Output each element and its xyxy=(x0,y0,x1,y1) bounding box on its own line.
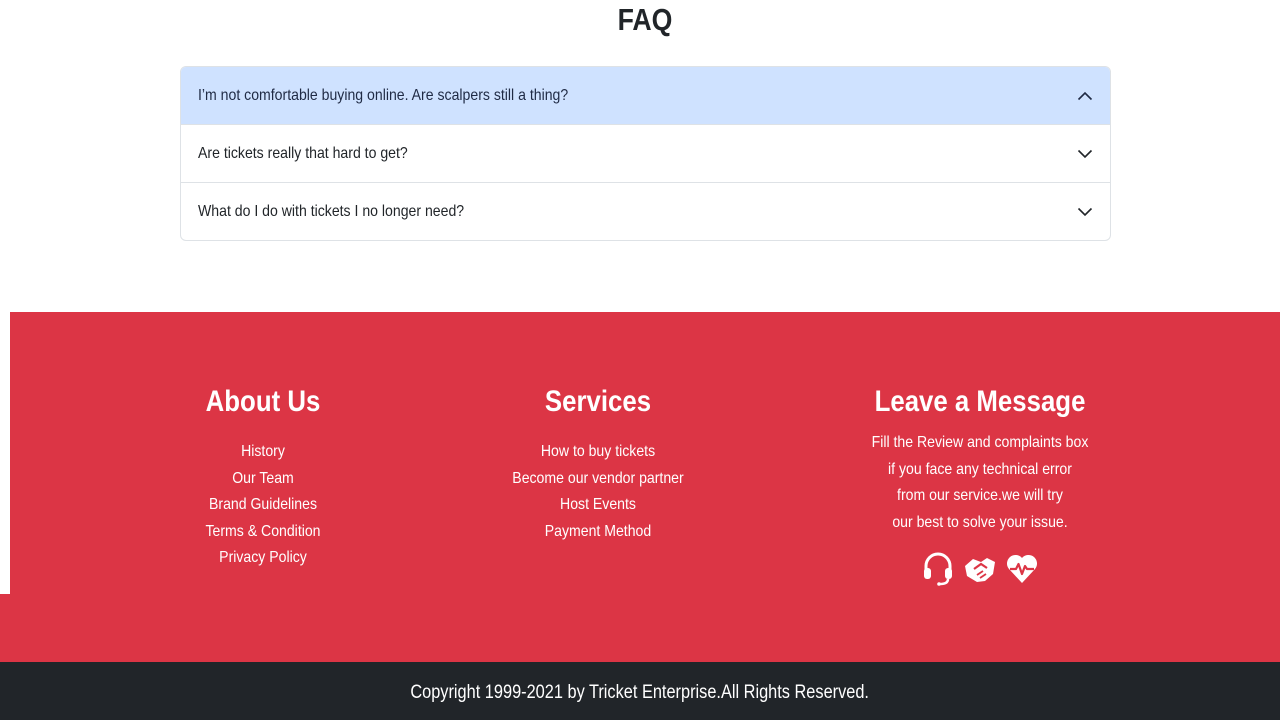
message-text: Fill the Review and complaints box if yo… xyxy=(850,430,1110,536)
footer-link-terms[interactable]: Terms & Condition xyxy=(175,519,351,546)
faq-item-unneeded-tickets[interactable]: What do I do with tickets I no longer ne… xyxy=(181,183,1110,240)
faq-title: FAQ xyxy=(617,2,673,37)
chevron-down-icon xyxy=(1077,204,1093,220)
copyright-text: Copyright 1999-2021 by Tricket Enterpris… xyxy=(410,682,870,703)
contact-icons xyxy=(850,550,1110,590)
message-line: if you face any technical error xyxy=(888,460,1072,478)
message-heading: Leave a Message xyxy=(874,385,1086,418)
faq-accordion: I’m not comfortable buying online. Are s… xyxy=(180,66,1111,241)
footer-link-vendor-partner[interactable]: Become our vendor partner xyxy=(510,466,686,493)
footer-link-payment-method[interactable]: Payment Method xyxy=(510,519,686,546)
footer-link-how-to-buy[interactable]: How to buy tickets xyxy=(510,439,686,466)
chevron-down-icon xyxy=(1077,146,1093,162)
message-line: Fill the Review and complaints box xyxy=(871,434,1089,451)
copyright-bar: Copyright 1999-2021 by Tricket Enterpris… xyxy=(0,662,1280,720)
faq-item-hard-to-get[interactable]: Are tickets really that hard to get? xyxy=(181,125,1110,183)
message-line: our best to solve your issue. xyxy=(892,513,1068,531)
headset-icon[interactable] xyxy=(921,550,955,586)
heart-pulse-icon[interactable] xyxy=(1005,550,1039,586)
faq-question: I’m not comfortable buying online. Are s… xyxy=(198,87,569,104)
footer-link-brand-guidelines[interactable]: Brand Guidelines xyxy=(175,492,351,519)
services-heading: Services xyxy=(544,385,652,418)
services-links: How to buy tickets Become our vendor par… xyxy=(498,439,698,545)
faq-question: What do I do with tickets I no longer ne… xyxy=(198,203,465,220)
about-heading: About Us xyxy=(205,385,321,418)
handshake-icon[interactable] xyxy=(963,550,997,586)
about-links: History Our Team Brand Guidelines Terms … xyxy=(163,439,363,572)
footer-link-host-events[interactable]: Host Events xyxy=(510,492,686,519)
footer-band xyxy=(0,594,1280,662)
footer-link-history[interactable]: History xyxy=(175,439,351,466)
chevron-up-icon xyxy=(1077,88,1093,104)
footer-link-privacy[interactable]: Privacy Policy xyxy=(175,545,351,572)
footer: About Us History Our Team Brand Guidelin… xyxy=(10,312,1280,594)
message-line: from our service.we will try xyxy=(897,487,1063,504)
faq-item-scalpers[interactable]: I’m not comfortable buying online. Are s… xyxy=(181,67,1110,125)
footer-link-our-team[interactable]: Our Team xyxy=(175,466,351,493)
faq-question: Are tickets really that hard to get? xyxy=(198,145,408,162)
